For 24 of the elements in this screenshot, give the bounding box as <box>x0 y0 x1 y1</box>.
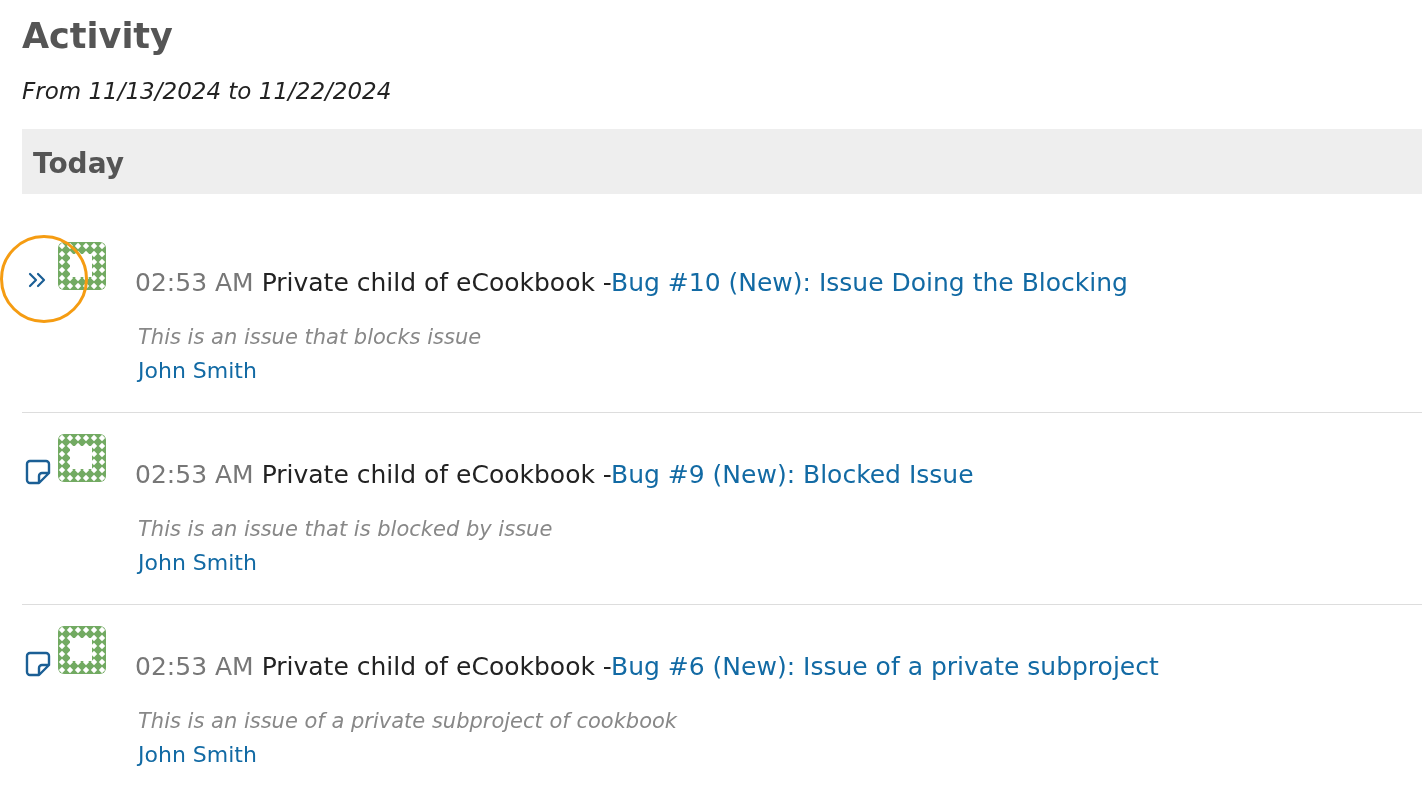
issue-link[interactable]: Bug #10 (New): Issue Doing the Blocking <box>611 268 1128 297</box>
project-label: Private child of eCookbook - <box>261 652 611 681</box>
avatar-icon <box>58 626 106 674</box>
event-description: This is an issue of a private subproject of cookbook <box>138 708 678 735</box>
issue-link[interactable]: Bug #6 (New): Issue of a private subproject <box>611 652 1159 681</box>
event-time: 02:53 AM <box>135 268 254 297</box>
author-link[interactable]: John Smith <box>138 546 257 580</box>
double-chevron-icon <box>28 272 48 288</box>
note-icon <box>25 459 51 485</box>
issue-link[interactable]: Bug #9 (New): Blocked Issue <box>611 460 974 489</box>
author-link[interactable]: John Smith <box>138 354 257 388</box>
event-time: 02:53 AM <box>135 460 254 489</box>
project-label: Private child of eCookbook - <box>261 460 611 489</box>
page-title: Activity <box>22 15 174 58</box>
avatar-icon <box>58 242 106 290</box>
author-link[interactable]: John Smith <box>138 738 257 772</box>
note-icon <box>25 651 51 677</box>
avatar-icon <box>58 434 106 482</box>
project-label: Private child of eCookbook - <box>261 268 611 297</box>
date-range: From 11/13/2024 to 11/22/2024 <box>22 77 393 106</box>
event-time: 02:53 AM <box>135 652 254 681</box>
event-description: This is an issue that is blocked by issue <box>138 516 554 543</box>
event-description: This is an issue that blocks issue <box>138 324 483 351</box>
day-heading: Today <box>33 147 124 180</box>
